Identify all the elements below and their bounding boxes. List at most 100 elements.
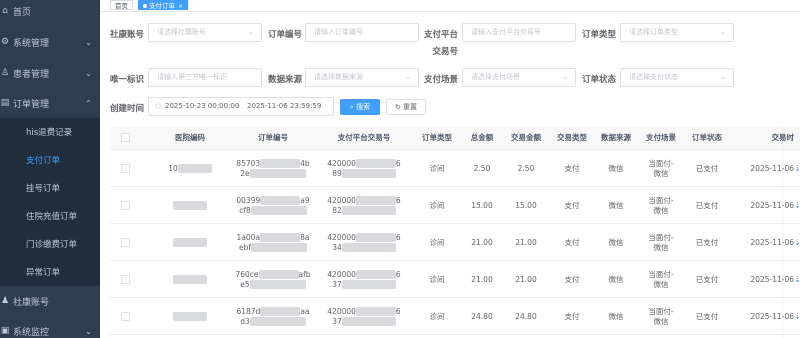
download-icon[interactable]: ⇣ [794,261,800,298]
row-checkbox[interactable] [121,312,130,321]
download-icon[interactable]: ⇣ [794,187,800,224]
cell-pay-scene: 当面付- 微信 [648,195,674,215]
cell-trade-type: 支付 [564,274,580,284]
sidebar-subitem-inpatient-recharge[interactable]: 住院充值订单 [0,202,100,230]
chevron-down-icon: ⌄ [562,73,568,81]
download-icon[interactable]: ⇣ [794,224,800,261]
cell-order-status: 已支付 [695,311,719,321]
cell-trade-time: 2025-11-06 [750,200,794,210]
unique-id-input[interactable]: 请输入第三方唯一标识 [148,68,262,87]
cell-data-source: 微信 [608,311,624,321]
active-dot-icon [143,4,147,8]
data-source-select[interactable]: 请选择数据来源 ⌄ [305,68,419,87]
cell-order-no: 85703 4b 2e [236,158,310,178]
cell-order-type: 诊间 [429,237,445,247]
sidebar-item-orders[interactable]: ▤ 订单管理 ⌃ [0,88,100,118]
sidebar-item-monitor[interactable]: ▣ 系统监控 ⌄ [0,316,100,338]
row-checkbox[interactable] [121,238,130,247]
col-header-order-type: 订单类型 [422,133,452,142]
sidebar-item-shekang-account[interactable]: ♟ 社康账号 [0,286,100,316]
cell-hospital-code: 10 [154,150,226,187]
col-header-trade-time: 交易时 [730,126,795,150]
col-header-data-source: 数据来源 [601,133,631,142]
table-row[interactable]: 1a00a 8a ebf 420000 6 34 诊间 21.00 21.00 支付 微信 当面付- 微… [110,224,800,261]
table-row[interactable]: 6187d aa d3 420000 6 37 诊间 24.80 24.80 支付 微信 当面付- 微信… [110,298,800,335]
cell-order-no: 760ce afb e5 [235,269,311,289]
chevron-up-icon: ⌃ [85,98,92,108]
tab-payment-orders[interactable]: 支付订单 × [138,0,189,10]
table-row[interactable]: 760ce afb e5 420000 6 37 诊间 21.00 21.00 支付 微信 当面付- 微… [110,261,800,298]
sidebar-subitem-registration-orders[interactable]: 挂号订单 [0,174,100,202]
cell-trade-type: 支付 [564,237,580,247]
cell-trade-no: 420000 6 89 [327,158,401,178]
row-checkbox[interactable] [121,164,130,173]
date-end[interactable]: 2025-11-06 23:59:59 [247,98,321,115]
reset-button[interactable]: ↻ 重置 [386,99,426,115]
date-start[interactable]: 2025-10-23 00:00:00 [165,98,239,115]
shekang-select[interactable]: 请选择社康账号 ⌄ [148,23,262,42]
order-type-select[interactable]: 请选择订单类型 ⌄ [620,23,734,42]
col-header-order-status: 订单状态 [692,133,722,142]
order-no-input[interactable]: 请输入订单编号 [305,23,419,42]
chevron-down-icon: ⌄ [720,73,726,81]
cell-amount: 21.00 [515,237,537,247]
cell-trade-no: 420000 6 34 [327,232,401,252]
sidebar-item-system[interactable]: ⚙ 系统管理 ⌄ [0,27,100,57]
cell-order-type: 诊间 [429,274,445,284]
chevron-down-icon: ⌄ [85,326,92,336]
sidebar-subitem-payment-orders[interactable]: 支付订单 [0,146,100,174]
select-all-checkbox[interactable] [121,133,130,142]
row-checkbox[interactable] [121,201,130,210]
cell-hospital-code [154,261,226,298]
cell-trade-time: 2025-11-06 [750,311,794,321]
orders-submenu: his退费记录 支付订单 挂号订单 住院充值订单 门诊缴费订单 异常订单 [0,118,100,286]
cell-trade-time: 2025-11-06 [750,163,794,173]
sidebar-item-label: 首页 [13,7,32,18]
sidebar-item-label: 患者管理 [13,69,50,80]
cell-order-status: 已支付 [695,274,719,284]
refresh-icon: ↻ [394,103,401,111]
col-header-hospital-code: 医院编码 [175,133,205,142]
cell-hospital-code [154,298,226,335]
order-status-select[interactable]: 请选择支付状态 ⌄ [620,68,734,87]
search-button[interactable]: ⌕ 搜索 [340,99,380,115]
col-header-trade-no: 支付平台交易号 [337,133,391,142]
cell-hospital-code [154,187,226,224]
cell-data-source: 微信 [608,163,624,173]
pay-scene-select[interactable]: 请选择支付场景 ⌄ [462,68,576,87]
cell-pay-scene: 当面付- 微信 [648,232,674,252]
row-checkbox[interactable] [121,275,130,284]
sidebar-subitem-abnormal-orders[interactable]: 异常订单 [0,258,100,286]
cell-data-source: 微信 [608,274,624,284]
cell-trade-type: 支付 [564,311,580,321]
col-header-trade-type: 交易类型 [557,133,587,142]
table-row[interactable]: 00399 a9 cf8 420000 6 82 诊间 15.00 15.00 支付 微信 当面付- 微… [110,187,800,224]
monitor-icon: ▣ [0,326,10,336]
tab-home[interactable]: 首页 [110,0,133,10]
pay-platform-label: 支付平台 [423,30,458,40]
close-icon[interactable]: × [178,3,183,10]
sidebar-item-patients[interactable]: ♙ 患者管理 ⌄ [0,58,100,88]
created-date-range[interactable]: ◷ 2025-10-23 00:00:00 - 2025-11-06 23:59… [148,97,334,116]
col-header-total: 总金额 [470,133,494,142]
chevron-down-icon: ⌄ [85,37,92,47]
created-time-label: 创建时间 [109,104,144,114]
sidebar-item-home[interactable]: ⌂ 首页 [0,0,100,26]
download-icon[interactable]: ⇣ [794,298,800,335]
cell-order-status: 已支付 [695,237,719,247]
search-icon: ⌕ [349,103,354,111]
pay-platform-input[interactable]: 请输入支付平台交易号 [462,23,576,42]
pay-platform-label-2: 交易号 [432,47,458,57]
cell-pay-scene: 当面付- 微信 [648,158,674,178]
cell-amount: 2.50 [517,163,535,173]
cell-order-no: 6187d aa d3 [236,306,310,326]
sidebar-subitem-outpatient-payment[interactable]: 门诊缴费订单 [0,230,100,258]
sidebar-subitem-his-refund[interactable]: his退费记录 [0,118,100,146]
account-icon: ♟ [0,296,10,306]
table-row[interactable]: 10 85703 4b 2e 420000 6 89 诊间 2.50 2.50 支付 微信 当面付- 微信… [110,150,800,187]
cell-pay-scene: 当面付- 微信 [648,269,674,289]
download-icon[interactable]: ⇣ [794,150,800,187]
cell-order-type: 诊间 [429,311,445,321]
cell-trade-time: 2025-11-06 [750,274,794,284]
order-status-label: 订单状态 [581,75,616,85]
